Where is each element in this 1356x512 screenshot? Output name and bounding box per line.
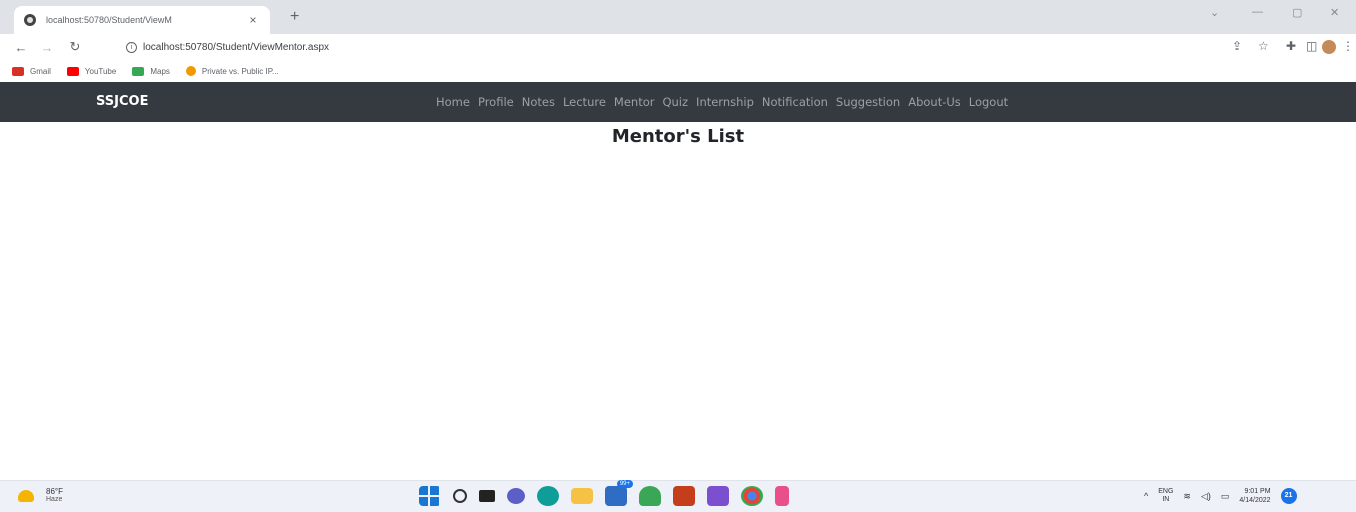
- temperature: 86°F: [46, 487, 63, 496]
- file-explorer-icon[interactable]: [571, 488, 593, 504]
- time: 9:01 PM: [1244, 488, 1271, 495]
- nav-profile[interactable]: Profile: [478, 95, 514, 109]
- nav-about-us[interactable]: About-Us: [908, 95, 961, 109]
- language-indicator[interactable]: ENG IN: [1158, 488, 1173, 504]
- visual-studio-icon[interactable]: [707, 486, 729, 506]
- taskbar-apps: 99+: [419, 480, 789, 506]
- bookmark-label: Private vs. Public IP...: [201, 66, 279, 76]
- forward-icon[interactable]: →: [36, 40, 58, 55]
- youtube-icon: [66, 66, 79, 76]
- browser-toolbar: ← → ↻ i localhost:50780/Student/ViewMent…: [0, 34, 1356, 60]
- bookmark-label: YouTube: [84, 66, 117, 76]
- chevron-down-icon[interactable]: ⌄: [1210, 6, 1219, 19]
- chevron-up-icon[interactable]: ^: [1144, 491, 1148, 501]
- nav-suggestion[interactable]: Suggestion: [836, 95, 900, 109]
- edge-icon[interactable]: [537, 486, 559, 506]
- url-text[interactable]: localhost:50780/Student/ViewMentor.aspx: [143, 42, 329, 53]
- sidepanel-icon[interactable]: ◫: [1306, 39, 1317, 53]
- bookmarks-bar: Gmail YouTube Maps Private vs. Public IP…: [0, 60, 1356, 82]
- search-icon[interactable]: [453, 489, 467, 503]
- gmail-icon: [12, 66, 24, 76]
- weather-widget[interactable]: 86°F Haze: [18, 487, 63, 504]
- taskbar: 86°F Haze 99+ ^ ENG IN ≋ ◁) ▭ 9:01 PM 4/…: [0, 480, 1356, 512]
- region-code: IN: [1162, 496, 1170, 503]
- bookmark-private-public-ip[interactable]: Private vs. Public IP...: [185, 66, 279, 76]
- bookmark-label: Gmail: [30, 66, 51, 76]
- bookmark-youtube[interactable]: YouTube: [66, 66, 117, 76]
- browser-tabstrip: localhost:50780/Student/ViewM × + ⌄ — ▢ …: [0, 0, 1356, 34]
- extensions-icon[interactable]: ✚: [1286, 39, 1296, 53]
- weather-sun-icon: [18, 489, 34, 502]
- app-icon[interactable]: [775, 486, 789, 506]
- powerpoint-icon[interactable]: [673, 486, 695, 506]
- system-tray: ^ ENG IN ≋ ◁) ▭ 9:01 PM 4/14/2022 21: [1144, 487, 1297, 505]
- mail-icon[interactable]: 99+: [605, 480, 633, 506]
- nav-links: Home Profile Notes Lecture Mentor Quiz I…: [436, 95, 1016, 109]
- nav-notification[interactable]: Notification: [762, 95, 828, 109]
- mail-badge: 99+: [616, 480, 633, 488]
- task-view-icon[interactable]: [479, 490, 495, 502]
- profile-avatar-icon[interactable]: [1322, 40, 1336, 54]
- bookmark-site-icon: [185, 66, 196, 76]
- page-title: Mentor's List: [611, 126, 745, 147]
- start-icon[interactable]: [419, 486, 441, 506]
- close-window-icon[interactable]: ✕: [1330, 6, 1339, 19]
- nav-mentor[interactable]: Mentor: [614, 95, 655, 109]
- globe-icon: [24, 14, 36, 26]
- notification-badge[interactable]: 21: [1280, 488, 1297, 504]
- nav-internship[interactable]: Internship: [696, 95, 754, 109]
- chrome-icon[interactable]: [741, 486, 763, 506]
- minimize-icon[interactable]: —: [1252, 6, 1263, 18]
- bookmark-maps[interactable]: Maps: [132, 66, 170, 76]
- menu-icon[interactable]: ⋮: [1342, 39, 1354, 53]
- close-tab-icon[interactable]: ×: [246, 13, 260, 27]
- info-icon[interactable]: i: [126, 41, 137, 53]
- clock[interactable]: 9:01 PM 4/14/2022: [1239, 487, 1270, 505]
- volume-icon[interactable]: ◁): [1201, 491, 1211, 502]
- weather-condition: Haze: [46, 496, 63, 503]
- reload-icon[interactable]: ↻: [64, 39, 86, 55]
- screen: localhost:50780/Student/ViewM × + ⌄ — ▢ …: [0, 0, 1356, 512]
- bookmark-label: Maps: [150, 66, 170, 76]
- wifi-icon[interactable]: ≋: [1183, 491, 1191, 502]
- restore-icon[interactable]: ▢: [1292, 6, 1302, 19]
- date: 4/14/2022: [1239, 497, 1271, 504]
- nav-notes[interactable]: Notes: [522, 95, 555, 109]
- language-code: ENG: [1158, 488, 1174, 495]
- battery-icon[interactable]: ▭: [1221, 491, 1230, 502]
- site-navbar: SSJCOE Home Profile Notes Lecture Mentor…: [0, 82, 1356, 122]
- address-bar[interactable]: i localhost:50780/Student/ViewMentor.asp…: [126, 36, 1126, 58]
- bookmark-gmail[interactable]: Gmail: [12, 66, 51, 76]
- nav-quiz[interactable]: Quiz: [662, 95, 688, 109]
- new-tab-button[interactable]: +: [290, 8, 299, 26]
- tab-title: localhost:50780/Student/ViewM: [46, 15, 172, 25]
- nav-lecture[interactable]: Lecture: [563, 95, 606, 109]
- teams-people-icon[interactable]: [639, 486, 661, 506]
- maps-icon: [132, 66, 145, 76]
- nav-home[interactable]: Home: [436, 95, 470, 109]
- brand-logo[interactable]: SSJCOE: [96, 94, 148, 109]
- browser-tab[interactable]: localhost:50780/Student/ViewM ×: [14, 6, 270, 34]
- star-icon[interactable]: ☆: [1258, 39, 1269, 53]
- chat-icon[interactable]: [507, 488, 525, 504]
- share-icon[interactable]: ⇪: [1232, 39, 1242, 53]
- back-icon[interactable]: ←: [10, 40, 32, 55]
- nav-logout[interactable]: Logout: [969, 95, 1008, 109]
